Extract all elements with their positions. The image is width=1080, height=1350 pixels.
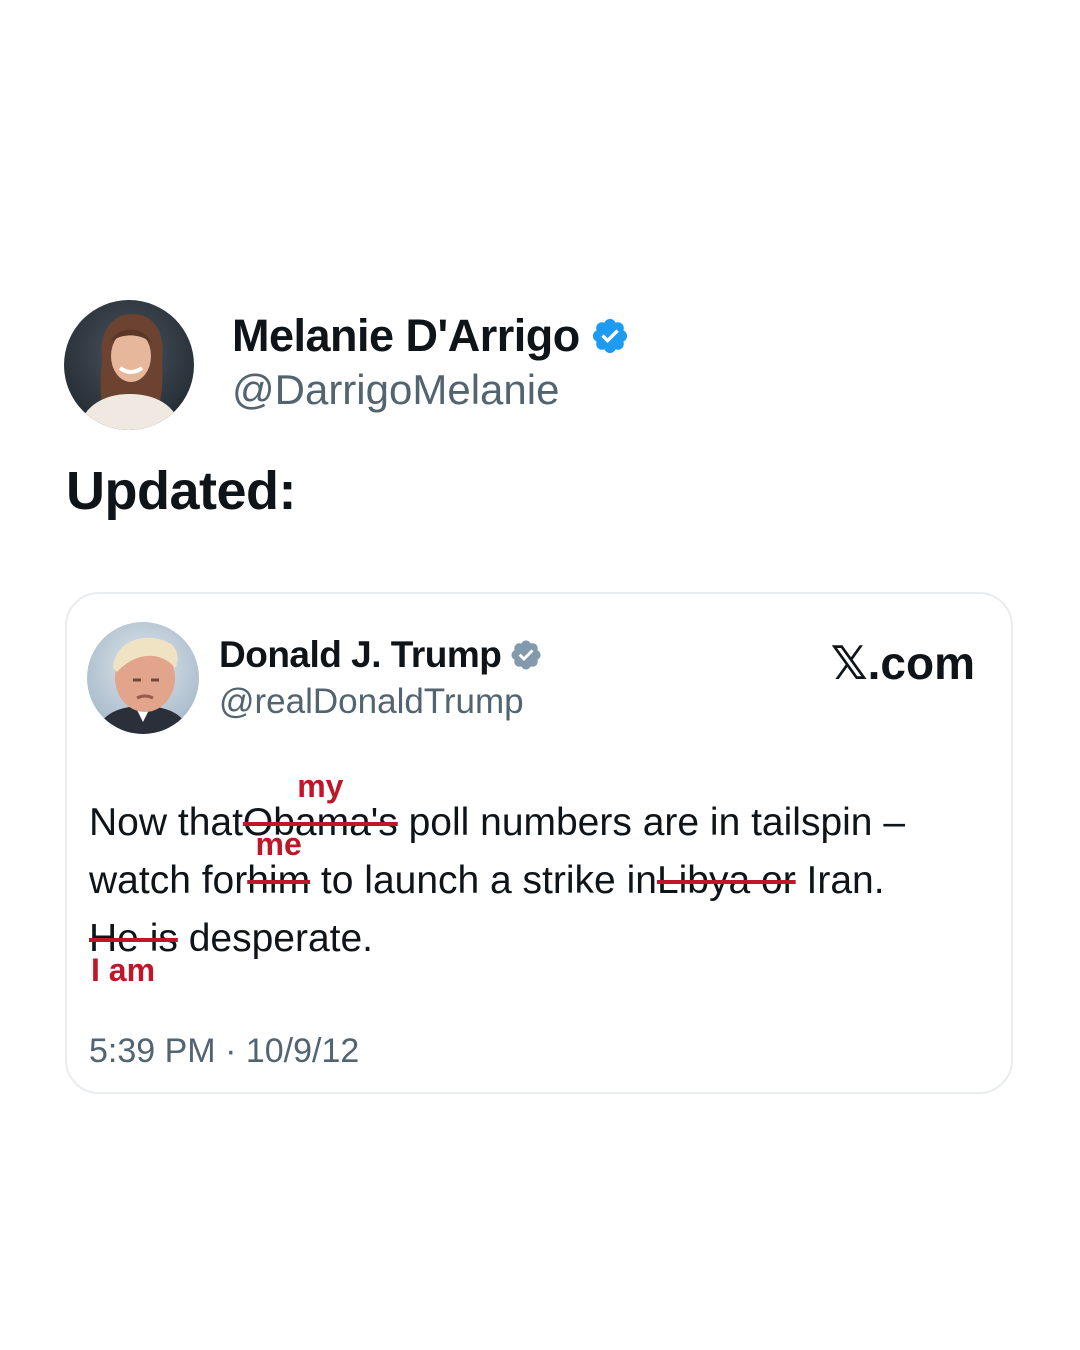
struck-text: him xyxy=(247,859,311,902)
author-handle[interactable]: @DarrigoMelanie xyxy=(232,366,559,414)
quoted-author-name-row: Donald J. Trump xyxy=(219,634,543,676)
text-segment: Iran. xyxy=(795,859,885,902)
tweet-line-2: watch forhim me to launch a strike inLiby… xyxy=(89,828,999,910)
inserted-text: I am xyxy=(91,952,156,988)
quoted-tweet-text: Now thatObama's my poll numbers are in ta… xyxy=(89,770,999,986)
quoted-timestamp[interactable]: 5:39 PM · 10/9/12 xyxy=(89,1032,359,1071)
post-header: Melanie D'Arrigo @DarrigoMelanie xyxy=(64,300,764,430)
verified-badge-icon xyxy=(509,638,543,672)
text-segment: desperate. xyxy=(177,917,373,960)
post-text: Updated: xyxy=(66,461,296,521)
profile-photo-icon xyxy=(87,622,199,734)
quoted-author-avatar[interactable] xyxy=(87,622,199,734)
edit-mark: him me xyxy=(247,828,311,910)
tweet-line-1: Now thatObama's my poll numbers are in ta… xyxy=(89,770,999,852)
profile-photo-icon xyxy=(64,300,194,430)
text-segment: Now that xyxy=(89,801,243,844)
tweet-line-3: He is I am desperate. xyxy=(89,910,999,986)
quoted-author-handle[interactable]: @realDonaldTrump xyxy=(219,682,524,722)
verified-badge-icon xyxy=(590,316,630,356)
quoted-tweet-card[interactable]: Donald J. Trump @realDonaldTrump 𝕏.com N… xyxy=(65,592,1013,1094)
struck-text: Libya or xyxy=(656,859,796,902)
quoted-author-name[interactable]: Donald J. Trump xyxy=(219,634,502,676)
inserted-text: me xyxy=(255,826,302,862)
text-segment: to launch a strike in xyxy=(310,859,657,902)
text-segment: watch for xyxy=(89,859,248,902)
inserted-text: my xyxy=(297,768,344,804)
text-segment: poll numbers are in tailspin – xyxy=(397,801,906,844)
author-avatar[interactable] xyxy=(64,300,194,430)
edit-mark: He is I am xyxy=(89,910,178,986)
author-name[interactable]: Melanie D'Arrigo xyxy=(232,310,580,362)
x-brand-logo: 𝕏.com xyxy=(830,637,975,689)
author-name-row: Melanie D'Arrigo xyxy=(232,310,630,362)
